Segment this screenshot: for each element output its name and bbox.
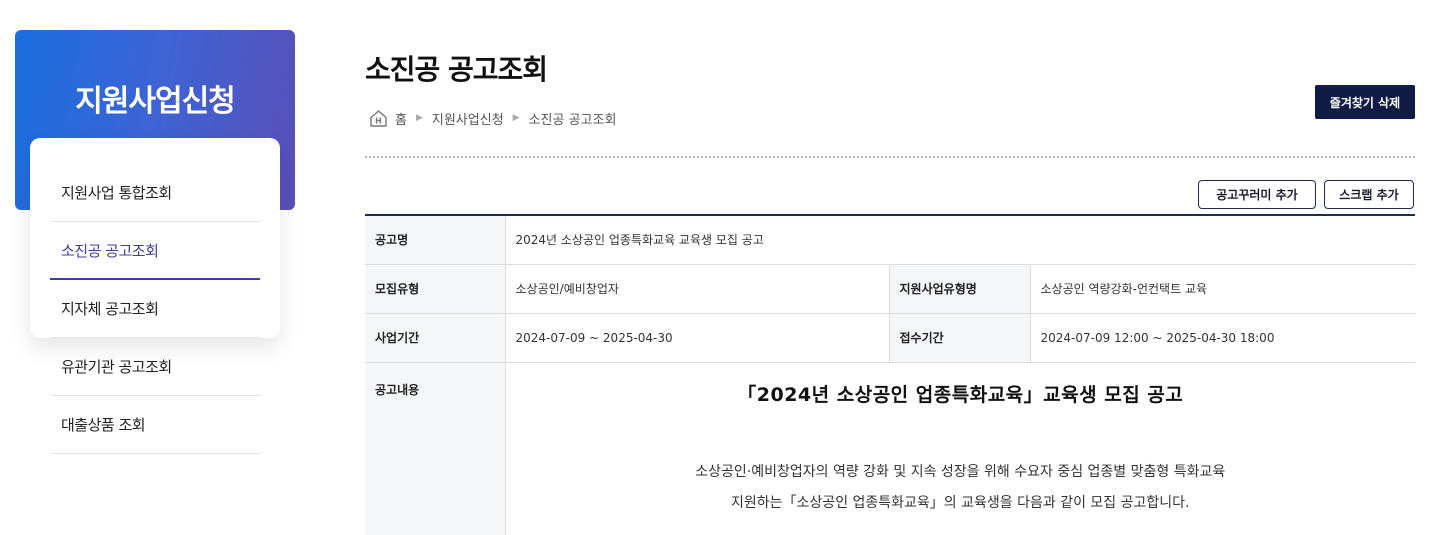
chevron-right-icon: ▶ — [415, 113, 423, 123]
announcement-name-label: 공고명 — [365, 215, 505, 265]
breadcrumb: H 홈 ▶ 지원사업신청 ▶ 소진공 공고조회 — [369, 107, 616, 129]
svg-text:H: H — [375, 116, 382, 125]
page-title: 소진공 공고조회 — [365, 53, 548, 86]
sidebar-item-loan-products[interactable]: 대출상품 조회 — [50, 396, 260, 454]
table-row: 공고명 2024년 소상공인 업종특화교육 교육생 모집 공고 — [365, 215, 1416, 265]
chevron-right-icon: ▶ — [512, 113, 520, 123]
announcement-name-value: 2024년 소상공인 업종특화교육 교육생 모집 공고 — [504, 215, 1416, 265]
announcement-content: 「2024년 소상공인 업종특화교육」교육생 모집 공고 소상공인·예비창업자의… — [504, 362, 1416, 535]
reception-period-label: 접수기간 — [888, 313, 1030, 363]
support-type-label: 지원사업유형명 — [888, 264, 1030, 314]
breadcrumb-current: 소진공 공고조회 — [528, 112, 617, 128]
recruit-type-value: 소상공인/예비창업자 — [504, 264, 889, 314]
sidebar-title: 지원사업신청 — [75, 84, 236, 119]
breadcrumb-home[interactable]: 홈 — [395, 109, 407, 128]
sidebar-item-local-gov-notices[interactable]: 지자체 공고조회 — [50, 280, 260, 338]
table-row: 공고내용 「2024년 소상공인 업종특화교육」교육생 모집 공고 소상공인·예… — [365, 362, 1416, 535]
sidebar-item-related-org-notices[interactable]: 유관기관 공고조회 — [50, 338, 260, 396]
business-period-value: 2024-07-09 ~ 2025-04-30 — [504, 313, 889, 363]
sidebar-item-semas-notices[interactable]: 소진공 공고조회 — [50, 222, 260, 280]
remove-favorite-button[interactable]: 즐겨찾기 삭제 — [1315, 85, 1415, 119]
reception-period-value: 2024-07-09 12:00 ~ 2025-04-30 18:00 — [1029, 313, 1416, 363]
table-row: 모집유형 소상공인/예비창업자 지원사업유형명 소상공인 역량강화-언컨택트 교… — [365, 264, 1416, 314]
notice-line: 지원하는「소상공인 업종특화교육」의 교육생을 다음과 같이 모집 공고합니다. — [731, 494, 1190, 511]
announcement-content-label: 공고내용 — [365, 362, 505, 535]
business-period-label: 사업기간 — [365, 313, 505, 363]
support-type-value: 소상공인 역량강화-언컨택트 교육 — [1029, 264, 1416, 314]
notice-heading: 「2024년 소상공인 업종특화교육」교육생 모집 공고 — [737, 383, 1184, 406]
home-icon[interactable]: H — [369, 109, 388, 128]
notice-line: 소상공인·예비창업자의 역량 강화 및 지속 성장을 위해 수요자 중심 업종별… — [695, 463, 1226, 480]
breadcrumb-section[interactable]: 지원사업신청 — [432, 109, 504, 128]
announcement-detail-table: 공고명 2024년 소상공인 업종특화교육 교육생 모집 공고 모집유형 소상공… — [365, 214, 1416, 535]
add-bundle-button[interactable]: 공고꾸러미 추가 — [1198, 180, 1316, 209]
notice-body: 소상공인·예비창업자의 역량 강화 및 지속 성장을 위해 수요자 중심 업종별… — [516, 457, 1406, 519]
table-row: 사업기간 2024-07-09 ~ 2025-04-30 접수기간 2024-0… — [365, 313, 1416, 363]
add-scrap-button[interactable]: 스크랩 추가 — [1324, 180, 1414, 209]
divider — [365, 156, 1415, 158]
recruit-type-label: 모집유형 — [365, 264, 505, 314]
sidebar-menu: 지원사업 통합조회 소진공 공고조회 지자체 공고조회 유관기관 공고조회 대출… — [50, 164, 260, 454]
sidebar-item-integrated-search[interactable]: 지원사업 통합조회 — [50, 164, 260, 222]
